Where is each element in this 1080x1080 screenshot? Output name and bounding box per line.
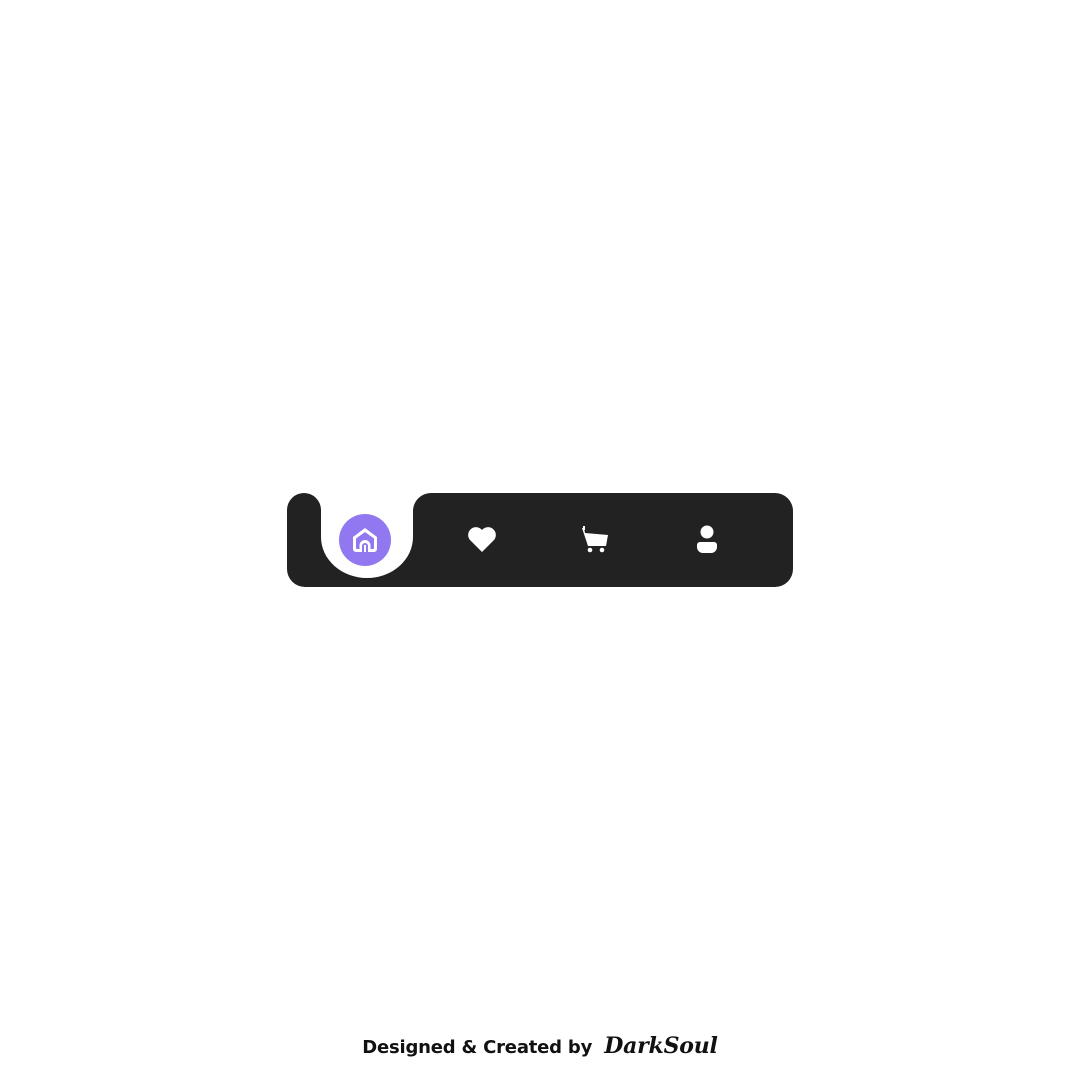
stage: Designed & Created by DarkSoul bbox=[0, 0, 1080, 1080]
home-icon bbox=[353, 528, 377, 552]
author-signature: DarkSoul bbox=[604, 1033, 718, 1059]
bottom-tab-bar bbox=[287, 493, 793, 587]
tab-home-button[interactable] bbox=[339, 514, 391, 566]
user-icon bbox=[697, 525, 717, 553]
tab-favorites-button[interactable] bbox=[462, 521, 502, 557]
cart-icon bbox=[582, 526, 608, 553]
footer-credit: Designed & Created by DarkSoul bbox=[0, 1033, 1080, 1059]
heart-icon bbox=[468, 527, 496, 552]
credit-text: Designed & Created by bbox=[362, 1037, 593, 1058]
tab-cart-button[interactable] bbox=[575, 521, 615, 557]
tab-profile-button[interactable] bbox=[687, 521, 727, 557]
